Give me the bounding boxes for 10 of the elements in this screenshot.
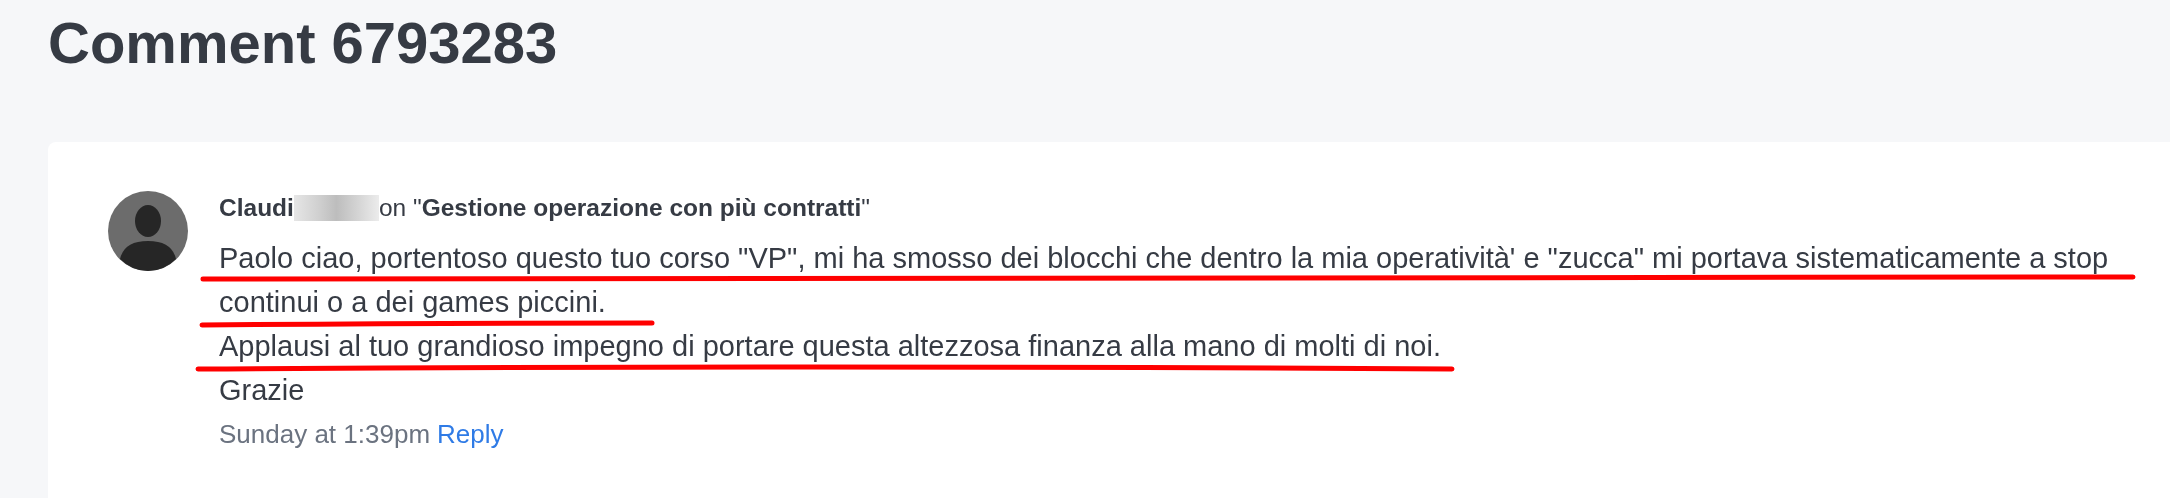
reply-link[interactable]: Reply [437, 419, 504, 450]
comment-text: continui o a dei games piccini. [219, 286, 606, 318]
comment-text: Paolo ciao, portentoso questo tuo corso "VP", mi ha smosso dei blocchi che dentro la mia operatività' e "zucca" mi portava sistematicamente a stop [219, 242, 2109, 274]
comment-text: Grazie [219, 374, 305, 406]
page-title: Comment 6793283 [48, 9, 559, 76]
comment-text: Applausi al tuo grandioso impegno di portare questa altezzosa finanza alla mano di molti di noi. [219, 330, 1441, 362]
comment-time: Sunday at 1:39pm [219, 419, 431, 450]
avatar-icon [108, 191, 188, 271]
author-name[interactable]: Claudi [219, 194, 294, 222]
thread-title: on "Gestione operazione con più contratti" [378, 194, 871, 222]
